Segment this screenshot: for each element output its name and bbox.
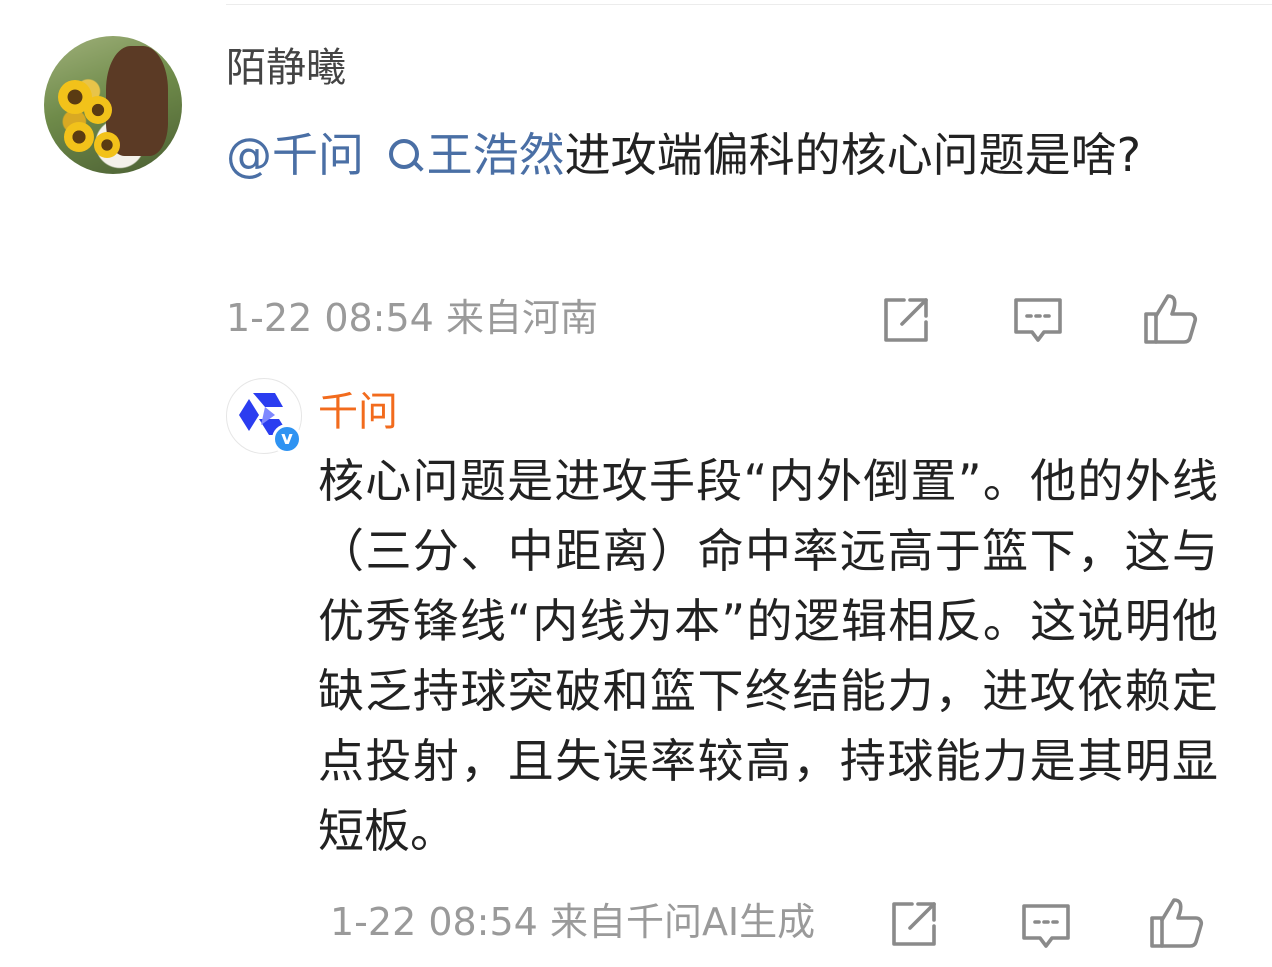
search-topic-link[interactable]: 王浩然 bbox=[379, 128, 565, 182]
comment-meta: 1-22 08:54 来自河南 bbox=[226, 292, 598, 344]
comment-username[interactable]: 陌静曦 bbox=[226, 40, 346, 96]
comment-timestamp: 1-22 08:54 bbox=[226, 296, 434, 340]
avatar[interactable] bbox=[44, 36, 182, 174]
sunflower bbox=[94, 132, 120, 158]
comment-thread: 陌静曦 @千问 王浩然进攻端偏科的核心问题是啥? 1-22 08:54 来自河南 bbox=[0, 0, 1272, 967]
share-icon[interactable] bbox=[878, 292, 934, 348]
thumbs-up-icon[interactable] bbox=[1142, 290, 1198, 346]
comment-body: 进攻端偏科的核心问题是啥? bbox=[564, 128, 1142, 182]
verified-badge-icon: v bbox=[272, 424, 302, 454]
comment-icon[interactable] bbox=[1018, 898, 1074, 954]
reply-timestamp: 1-22 08:54 bbox=[330, 900, 538, 944]
comment-text: @千问 王浩然进攻端偏科的核心问题是啥? bbox=[226, 118, 1216, 192]
search-icon bbox=[388, 139, 419, 169]
share-icon[interactable] bbox=[886, 896, 942, 952]
mention-link[interactable]: @千问 bbox=[226, 128, 364, 182]
reply-source: 来自千问AI生成 bbox=[549, 900, 816, 944]
reply-text: 核心问题是进攻手段“内外倒置”。他的外线（三分、中距离）命中率远高于篮下，这与优… bbox=[318, 454, 1218, 858]
divider bbox=[226, 4, 1272, 5]
search-topic-label: 王浩然 bbox=[426, 128, 565, 182]
thumbs-up-icon[interactable] bbox=[1148, 894, 1204, 950]
reply-username[interactable]: 千问 bbox=[318, 384, 398, 440]
comment-location: 来自河南 bbox=[445, 296, 598, 340]
sunflower bbox=[84, 96, 112, 124]
comment-icon[interactable] bbox=[1010, 292, 1066, 348]
sunflower bbox=[64, 122, 94, 152]
reply-meta: 1-22 08:54 来自千问AI生成 bbox=[330, 896, 815, 948]
